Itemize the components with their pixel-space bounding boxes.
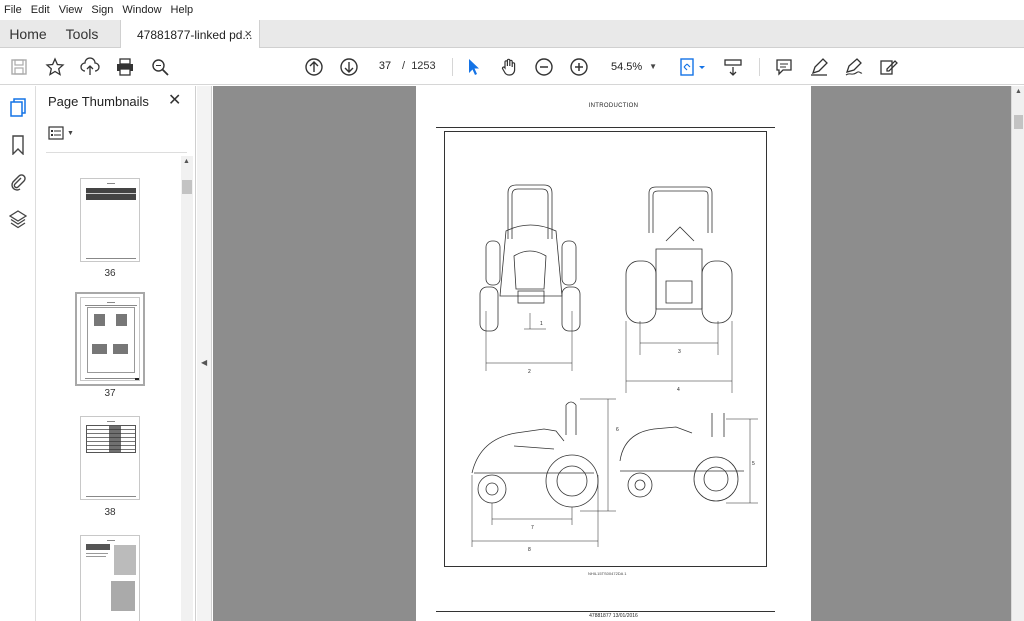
thumbnail-options-menu[interactable]: ▼ (48, 124, 76, 142)
dimension-label: 7 (531, 525, 534, 531)
bookmarks-icon[interactable] (6, 133, 30, 157)
zoom-out-icon[interactable] (533, 56, 555, 78)
thumbnail-label: 38 (104, 507, 116, 518)
print-icon[interactable] (114, 56, 136, 78)
hand-pan-icon[interactable] (498, 56, 520, 78)
header-rule (436, 127, 775, 128)
document-viewport: INTRODUCTION 1 2 3 4 5 6 7 8 NHIL15TS004… (213, 86, 1011, 621)
thumbnail-page-36[interactable] (80, 178, 140, 262)
tractor-dimensions-illustration: 1 2 3 4 5 6 7 8 (471, 184, 758, 553)
dimension-label: 2 (528, 369, 531, 375)
chevron-left-icon[interactable]: ◀ (201, 358, 207, 367)
dimension-label: 8 (528, 547, 531, 553)
page-total: / 1253 (402, 60, 436, 72)
fit-page-dropdown-icon[interactable] (697, 56, 707, 78)
page-up-icon[interactable] (303, 56, 325, 78)
dimension-label: 1 (540, 321, 543, 327)
panel-title: Page Thumbnails (48, 94, 149, 109)
panel-collapse-handle[interactable]: ◀ (197, 86, 212, 621)
menu-view[interactable]: View (59, 4, 83, 16)
tab-document-title: 47881877-linked pd... (137, 27, 253, 42)
thumbnail-label: 37 (104, 388, 116, 399)
thumbnail-page-38[interactable] (80, 416, 140, 500)
tab-bar: Home Tools 47881877-linked pd... × (0, 20, 1024, 49)
tab-tools[interactable]: Tools (56, 20, 108, 48)
dimension-label: 6 (616, 427, 619, 433)
page-number-input[interactable] (372, 56, 398, 76)
page-header: INTRODUCTION (588, 103, 639, 109)
tab-home[interactable]: Home (0, 20, 56, 48)
menu-bar: File Edit View Sign Window Help (0, 0, 1024, 20)
dimension-label: 5 (752, 461, 755, 467)
document-scrollbar[interactable]: ▲ (1011, 86, 1024, 621)
zoom-level-select[interactable]: 54.5% ▼ (603, 57, 661, 77)
highlight-pen-icon[interactable] (808, 56, 830, 78)
thumbnails-scrollbar[interactable]: ▲ (181, 156, 193, 621)
toolbar-divider (759, 58, 760, 76)
zoom-search-icon[interactable] (149, 56, 171, 78)
sign-icon[interactable] (843, 56, 865, 78)
thumbnail-label-partial: ‾ (108, 150, 112, 156)
bookmark-star-icon[interactable] (44, 56, 66, 78)
thumbnail-label: 36 (104, 268, 116, 279)
scrollbar-thumb[interactable] (182, 180, 192, 194)
list-options-icon (48, 126, 64, 140)
thumbnail-page-37[interactable] (75, 292, 145, 386)
select-cursor-icon[interactable] (463, 56, 485, 78)
layers-icon[interactable] (6, 207, 30, 231)
zoom-value: 54.5% (611, 61, 643, 73)
save-icon[interactable] (8, 56, 30, 78)
footer-rule (436, 611, 775, 612)
scrollbar-thumb[interactable] (1014, 115, 1023, 129)
navigation-rail (0, 86, 36, 621)
scroll-up-icon[interactable]: ▲ (1015, 88, 1022, 95)
menu-file[interactable]: File (4, 4, 22, 16)
dimension-label: 4 (677, 387, 680, 393)
chevron-down-icon: ▼ (67, 129, 74, 137)
cloud-upload-icon[interactable] (79, 56, 101, 78)
menu-help[interactable]: Help (171, 4, 194, 16)
chevron-down-icon: ▼ (649, 62, 657, 71)
page-footer: 47881877 13/01/2016 (589, 613, 638, 619)
scroll-up-icon[interactable]: ▲ (183, 158, 190, 165)
toolbar: / 1253 54.5% ▼ (0, 48, 1024, 85)
page-thumbnails-panel: Page Thumbnails ✕ ▼ ‾ 36 37 38 ▲ (36, 86, 196, 621)
fit-page-icon[interactable] (677, 56, 699, 78)
dimension-label: 3 (678, 349, 681, 355)
close-tab-icon[interactable]: × (244, 26, 252, 41)
page-down-icon[interactable] (338, 56, 360, 78)
close-panel-icon[interactable]: ✕ (168, 90, 181, 110)
page-thumbnails-icon[interactable] (6, 96, 30, 120)
thumbnail-page-39[interactable] (80, 535, 140, 621)
figure-code: NHIL15TS00472DA 1 (588, 571, 627, 576)
comment-icon[interactable] (773, 56, 795, 78)
zoom-in-icon[interactable] (568, 56, 590, 78)
menu-sign[interactable]: Sign (91, 4, 113, 16)
scroll-mode-icon[interactable] (722, 56, 744, 78)
tab-document[interactable]: 47881877-linked pd... × (120, 20, 260, 49)
menu-edit[interactable]: Edit (31, 4, 50, 16)
menu-window[interactable]: Window (122, 4, 161, 16)
edit-export-icon[interactable] (878, 56, 900, 78)
document-page: INTRODUCTION 1 2 3 4 5 6 7 8 NHIL15TS004… (416, 86, 811, 621)
toolbar-divider (452, 58, 453, 76)
attachments-icon[interactable] (6, 170, 30, 194)
